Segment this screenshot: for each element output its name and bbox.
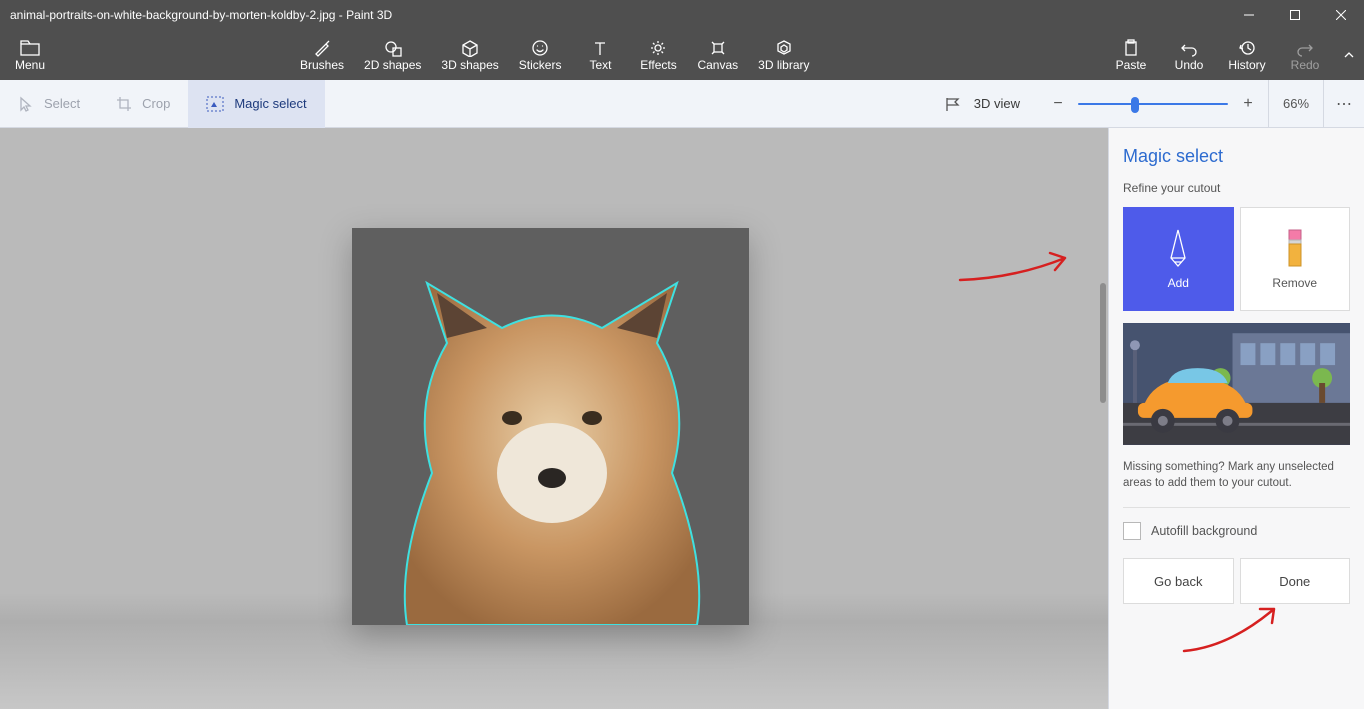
paste-label: Paste	[1116, 58, 1147, 72]
magic-select-icon	[206, 96, 224, 112]
3d-view-toggle[interactable]: 3D view	[926, 80, 1038, 128]
select-label: Select	[44, 96, 80, 111]
refine-tabs: Add Remove	[1123, 207, 1350, 311]
menu-label: Menu	[15, 58, 45, 72]
autofill-row: Autofill background	[1123, 522, 1350, 540]
go-back-label: Go back	[1154, 574, 1202, 589]
annotation-arrow-bottom	[1174, 599, 1294, 659]
panel-refine-label: Refine your cutout	[1123, 181, 1350, 195]
help-text: Missing something? Mark any unselected a…	[1123, 459, 1350, 491]
maximize-button[interactable]	[1272, 0, 1318, 30]
remove-tab[interactable]: Remove	[1240, 207, 1351, 311]
brush-icon	[313, 38, 331, 58]
vertical-scrollbar[interactable]	[1100, 283, 1106, 403]
side-panel: Magic select Refine your cutout Add Remo…	[1108, 128, 1364, 709]
canvas-area[interactable]	[0, 128, 1108, 709]
preview-thumbnail	[1123, 323, 1350, 445]
done-button[interactable]: Done	[1240, 558, 1351, 604]
cursor-icon	[18, 96, 34, 112]
close-button[interactable]	[1318, 0, 1364, 30]
history-label: History	[1228, 58, 1265, 72]
history-icon	[1238, 38, 1256, 58]
brushes-button[interactable]: Brushes	[290, 30, 354, 80]
folder-icon	[20, 38, 40, 58]
redo-button[interactable]: Redo	[1276, 30, 1334, 80]
toolbar: Select Crop Magic select 3D view − + 66%…	[0, 80, 1364, 128]
go-back-button[interactable]: Go back	[1123, 558, 1234, 604]
window-controls	[1226, 0, 1364, 30]
paste-button[interactable]: Paste	[1102, 30, 1160, 80]
effects-label: Effects	[640, 58, 676, 72]
2d-shapes-label: 2D shapes	[364, 58, 421, 72]
text-label: Text	[589, 58, 611, 72]
shapes2d-icon	[384, 38, 402, 58]
zoom-value: 66%	[1268, 80, 1324, 128]
history-button[interactable]: History	[1218, 30, 1276, 80]
panel-title: Magic select	[1123, 146, 1350, 167]
main-area: Magic select Refine your cutout Add Remo…	[0, 128, 1364, 709]
more-options-button[interactable]: ⋯	[1324, 80, 1364, 128]
zoom-slider[interactable]	[1078, 80, 1228, 128]
3d-shapes-button[interactable]: 3D shapes	[431, 30, 508, 80]
2d-shapes-button[interactable]: 2D shapes	[354, 30, 431, 80]
shapes3d-icon	[461, 38, 479, 58]
autofill-label: Autofill background	[1151, 524, 1257, 538]
menu-button[interactable]: Menu	[0, 30, 60, 80]
canvas-button[interactable]: Canvas	[687, 30, 748, 80]
add-tab[interactable]: Add	[1123, 207, 1234, 311]
canvas-image[interactable]	[352, 228, 749, 625]
slider-thumb[interactable]	[1131, 97, 1139, 113]
canvas-icon	[709, 38, 727, 58]
expand-ribbon-button[interactable]	[1334, 30, 1364, 80]
window-title: animal-portraits-on-white-background-by-…	[10, 8, 392, 22]
brushes-label: Brushes	[300, 58, 344, 72]
stickers-button[interactable]: Stickers	[509, 30, 572, 80]
done-label: Done	[1279, 574, 1310, 589]
pencil-add-icon	[1162, 228, 1194, 268]
stickers-label: Stickers	[519, 58, 562, 72]
minimize-button[interactable]	[1226, 0, 1272, 30]
slider-track	[1078, 103, 1228, 105]
redo-label: Redo	[1291, 58, 1320, 72]
eraser-icon	[1283, 228, 1307, 268]
canvas-label: Canvas	[697, 58, 738, 72]
title-bar: animal-portraits-on-white-background-by-…	[0, 0, 1364, 30]
effects-button[interactable]: Effects	[629, 30, 687, 80]
autofill-checkbox[interactable]	[1123, 522, 1141, 540]
3d-library-button[interactable]: 3D library	[748, 30, 819, 80]
fox-selection-outline	[387, 273, 717, 625]
annotation-arrow-top	[955, 248, 1085, 288]
3d-library-label: 3D library	[758, 58, 809, 72]
crop-label: Crop	[142, 96, 170, 111]
flag-icon	[944, 96, 962, 112]
3d-shapes-label: 3D shapes	[441, 58, 498, 72]
redo-icon	[1296, 38, 1314, 58]
add-label: Add	[1168, 276, 1189, 290]
library3d-icon	[775, 38, 793, 58]
crop-tool[interactable]: Crop	[98, 80, 188, 128]
ribbon: Menu Brushes 2D shapes 3D shapes Sticker…	[0, 30, 1364, 80]
panel-buttons: Go back Done	[1123, 558, 1350, 604]
text-icon	[591, 38, 609, 58]
magic-select-label: Magic select	[234, 96, 306, 111]
effects-icon	[649, 38, 667, 58]
sticker-icon	[531, 38, 549, 58]
crop-icon	[116, 96, 132, 112]
text-button[interactable]: Text	[571, 30, 629, 80]
undo-icon	[1180, 38, 1198, 58]
paste-icon	[1122, 38, 1140, 58]
zoom-out-button[interactable]: −	[1038, 80, 1078, 128]
zoom-in-button[interactable]: +	[1228, 80, 1268, 128]
undo-button[interactable]: Undo	[1160, 30, 1218, 80]
magic-select-tool[interactable]: Magic select	[188, 80, 324, 128]
undo-label: Undo	[1175, 58, 1204, 72]
select-tool[interactable]: Select	[0, 80, 98, 128]
remove-label: Remove	[1272, 276, 1317, 290]
3d-view-label: 3D view	[974, 96, 1020, 111]
